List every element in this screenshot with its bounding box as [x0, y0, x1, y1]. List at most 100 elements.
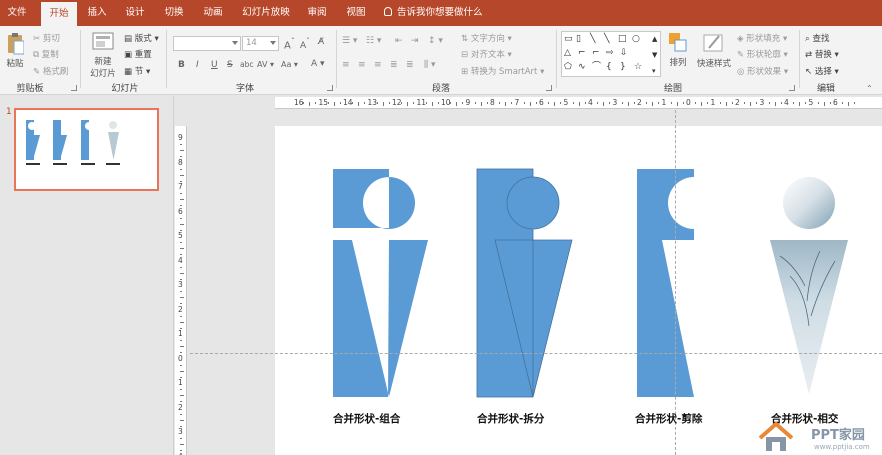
hruler-tick — [352, 102, 354, 104]
tab-slideshow[interactable]: 幻灯片放映 — [238, 0, 294, 26]
numbering-icon[interactable]: ☷ ▾ — [366, 36, 381, 46]
brace-shape-icon[interactable]: } — [620, 62, 626, 72]
hruler-tick — [817, 102, 819, 104]
shape-fill-button[interactable]: ◈ 形状填充 ▾ — [737, 32, 787, 44]
find-button[interactable]: ⌕ 查找 — [805, 32, 829, 44]
layout-button[interactable]: ▤ 版式 ▾ — [124, 32, 159, 44]
intersect-figure[interactable] — [770, 177, 848, 394]
cut-button[interactable]: ✂ 剪切 — [33, 32, 60, 44]
tab-transitions[interactable]: 切换 — [157, 0, 191, 26]
decrease-indent-icon[interactable]: ⇤ — [395, 36, 403, 46]
hruler-tick — [682, 102, 684, 104]
quick-styles-button[interactable]: 快速样式 — [693, 57, 735, 69]
freeform-shape-icon[interactable]: ⬠ — [564, 62, 572, 72]
line-shape-icon[interactable]: ╲ — [604, 34, 609, 44]
paste-button[interactable]: 粘贴 — [3, 57, 27, 69]
format-painter-button[interactable]: ✎ 格式刷 — [33, 65, 68, 77]
connector-shape-icon[interactable]: ⌐ — [592, 48, 600, 58]
caption-split[interactable]: 合并形状-拆分 — [477, 411, 544, 426]
subtract-figure[interactable] — [637, 169, 694, 397]
drawing-launcher-icon[interactable] — [789, 85, 795, 91]
quick-styles-icon[interactable] — [703, 32, 725, 54]
tab-view[interactable]: 视图 — [339, 0, 373, 26]
arrange-button[interactable]: 排列 — [664, 56, 692, 68]
vertical-guide[interactable] — [675, 110, 676, 455]
tab-design[interactable]: 设计 — [118, 0, 152, 26]
select-button[interactable]: ↖ 选择 ▾ — [805, 65, 839, 77]
tab-animations[interactable]: 动画 — [196, 0, 230, 26]
shadow-button[interactable]: abc — [240, 60, 253, 69]
curve-shape-icon[interactable]: ∿ — [578, 62, 586, 72]
copy-button[interactable]: ⧉ 复制 — [33, 48, 59, 60]
rectangle-shape-icon[interactable]: □ — [618, 34, 627, 44]
align-right-icon[interactable]: ≡ — [374, 60, 382, 70]
font-name-combo[interactable] — [173, 36, 241, 51]
hruler-label: 9 — [465, 98, 471, 107]
gallery-down-icon[interactable]: ▼ — [652, 50, 657, 60]
section-button[interactable]: ▦ 节 ▾ — [124, 65, 150, 77]
vertical-ruler[interactable]: 9 8 7 6 5 4 3 2 1 0 1 2 3 4 — [175, 126, 187, 455]
reset-button[interactable]: ▣ 重置 — [124, 48, 152, 60]
shape-outline-button[interactable]: ✎ 形状轮廓 ▾ — [737, 48, 788, 60]
paragraph-launcher-icon[interactable] — [546, 85, 552, 91]
new-slide-button[interactable]: 新建 幻灯片 — [85, 55, 121, 79]
horizontal-ruler[interactable]: 16 15 14 13 12 11 10 9 8 7 6 5 4 3 2 1 0 1 2 3 4 5 6 — [275, 97, 882, 109]
underline-button[interactable]: U — [211, 60, 218, 70]
arrange-icon[interactable] — [668, 32, 688, 54]
arc-shape-icon[interactable]: ⌒ — [592, 62, 601, 72]
increase-indent-icon[interactable]: ⇥ — [411, 36, 419, 46]
new-slide-icon[interactable] — [92, 32, 114, 50]
gallery-up-icon[interactable]: ▲ — [652, 34, 657, 44]
combine-figure[interactable] — [333, 169, 428, 397]
justify-icon[interactable]: ≣ — [390, 60, 398, 70]
bold-button[interactable]: B — [178, 60, 185, 70]
char-spacing-button[interactable]: AV ▾ — [257, 60, 274, 69]
arrow-right-shape-icon[interactable]: ⇨ — [606, 48, 614, 58]
align-left-icon[interactable]: ≡ — [342, 60, 350, 70]
tell-me-search[interactable]: 告诉我你想要做什么 — [384, 0, 483, 26]
bullets-icon[interactable]: ☰ ▾ — [342, 36, 357, 46]
caption-subtract[interactable]: 合并形状-剪除 — [635, 411, 702, 426]
split-figure[interactable] — [476, 168, 573, 398]
tab-home[interactable]: 开始 — [41, 2, 77, 26]
distributed-icon[interactable]: ≣ — [406, 60, 414, 70]
caption-combine[interactable]: 合并形状-组合 — [333, 411, 400, 426]
textbox-shape-icon[interactable]: ▭ — [564, 34, 573, 44]
arrow-down-shape-icon[interactable]: ⇩ — [620, 48, 628, 58]
star-shape-icon[interactable]: ☆ — [634, 62, 642, 72]
collapse-ribbon-icon[interactable]: ⌃ — [866, 84, 873, 93]
text-direction-button[interactable]: ⇅ 文字方向 ▾ — [461, 32, 512, 44]
tab-insert[interactable]: 插入 — [80, 0, 114, 26]
gallery-more-icon[interactable]: ▾ — [652, 66, 656, 76]
line-spacing-icon[interactable]: ↕ ▾ — [428, 36, 443, 46]
italic-button[interactable]: I — [196, 60, 199, 70]
horizontal-guide[interactable] — [190, 353, 882, 354]
font-launcher-icon[interactable] — [327, 85, 333, 91]
clipboard-launcher-icon[interactable] — [71, 85, 77, 91]
slide-canvas[interactable] — [275, 126, 882, 455]
replace-button[interactable]: ⇄ 替换 ▾ — [805, 48, 839, 60]
tab-review[interactable]: 审阅 — [300, 0, 334, 26]
strikethrough-button[interactable]: S — [227, 60, 233, 70]
vertical-textbox-shape-icon[interactable]: ▯ — [576, 34, 581, 44]
shrink-font-button[interactable]: Aˇ — [300, 37, 310, 51]
change-case-button[interactable]: Aa ▾ — [281, 60, 298, 69]
slide-thumbnail[interactable] — [14, 108, 159, 191]
align-center-icon[interactable]: ≡ — [358, 60, 366, 70]
columns-icon[interactable]: ⫼ ▾ — [424, 60, 436, 70]
triangle-shape-icon[interactable]: △ — [564, 48, 571, 58]
font-color-button[interactable]: A ▾ — [311, 59, 325, 69]
connector-shape-icon[interactable]: ⌐ — [578, 48, 586, 58]
paste-icon[interactable] — [6, 33, 25, 55]
font-size-combo[interactable]: 14 — [242, 36, 279, 51]
grow-font-button[interactable]: Aˆ — [284, 36, 295, 51]
brace-shape-icon[interactable]: { — [606, 62, 612, 72]
clear-format-icon[interactable]: A̸ — [318, 37, 324, 47]
align-text-button[interactable]: ⊟ 对齐文本 ▾ — [461, 48, 512, 60]
tab-file[interactable]: 文件 — [0, 0, 34, 26]
shape-effects-button[interactable]: ◎ 形状效果 ▾ — [737, 65, 788, 77]
smartart-button[interactable]: ⊞ 转换为 SmartArt ▾ — [461, 65, 544, 77]
shapes-gallery[interactable]: ▭ ▯ ╲ ╲ □ ○ △ ⌐ ⌐ ⇨ ⇩ ⬠ ∿ ⌒ { } ☆ ▲ ▼ ▾ — [561, 31, 661, 77]
oval-shape-icon[interactable]: ○ — [632, 34, 640, 44]
line-shape-icon[interactable]: ╲ — [590, 34, 595, 44]
